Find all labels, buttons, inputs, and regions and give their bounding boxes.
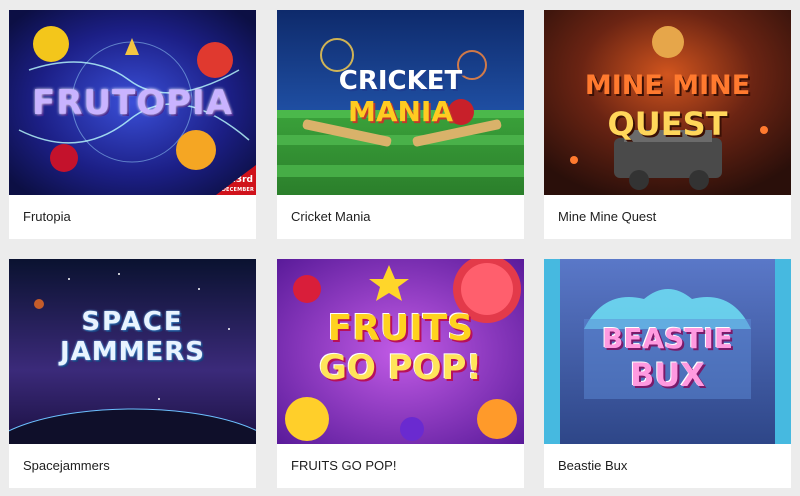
game-card-fruits-go-pop[interactable]: FRUITS GO POP! FRUITS GO POP!	[277, 259, 524, 488]
game-title[interactable]: Mine Mine Quest	[558, 195, 656, 239]
game-card-cricket-mania[interactable]: CRICKET MANIA Cricket Mania	[277, 10, 524, 239]
game-thumbnail[interactable]: FRUTOPIA 23rd DECEMBER	[9, 10, 256, 195]
game-thumbnail[interactable]: CRICKET MANIA	[277, 10, 524, 195]
frutopia-artwork	[9, 10, 256, 195]
game-card-beastie-bux[interactable]: BEASTIE BUX Beastie Bux	[544, 259, 791, 488]
game-title[interactable]: Frutopia	[23, 195, 71, 239]
mine-mine-quest-artwork	[544, 10, 791, 195]
game-grid: FRUTOPIA 23rd DECEMBER Frutopia CRICKET …	[0, 0, 800, 496]
game-thumbnail[interactable]: BEASTIE BUX	[544, 259, 791, 444]
game-thumbnail[interactable]: MINE MINE QUEST	[544, 10, 791, 195]
fruits-go-pop-artwork	[277, 259, 524, 444]
cricket-mania-artwork	[277, 10, 524, 195]
game-thumbnail[interactable]: SPACE JAMMERS	[9, 259, 256, 444]
game-card-frutopia[interactable]: FRUTOPIA 23rd DECEMBER Frutopia	[9, 10, 256, 239]
game-thumbnail[interactable]: FRUITS GO POP!	[277, 259, 524, 444]
spacejammers-artwork	[9, 259, 256, 444]
game-title[interactable]: Cricket Mania	[291, 195, 370, 239]
game-title[interactable]: FRUITS GO POP!	[291, 444, 396, 488]
game-card-mine-mine-quest[interactable]: MINE MINE QUEST Mine Mine Quest	[544, 10, 791, 239]
beastie-bux-artwork	[544, 259, 791, 444]
game-card-spacejammers[interactable]: SPACE JAMMERS Spacejammers	[9, 259, 256, 488]
game-title[interactable]: Beastie Bux	[558, 444, 627, 488]
game-title[interactable]: Spacejammers	[23, 444, 110, 488]
badge-month: DECEMBER	[221, 187, 254, 193]
